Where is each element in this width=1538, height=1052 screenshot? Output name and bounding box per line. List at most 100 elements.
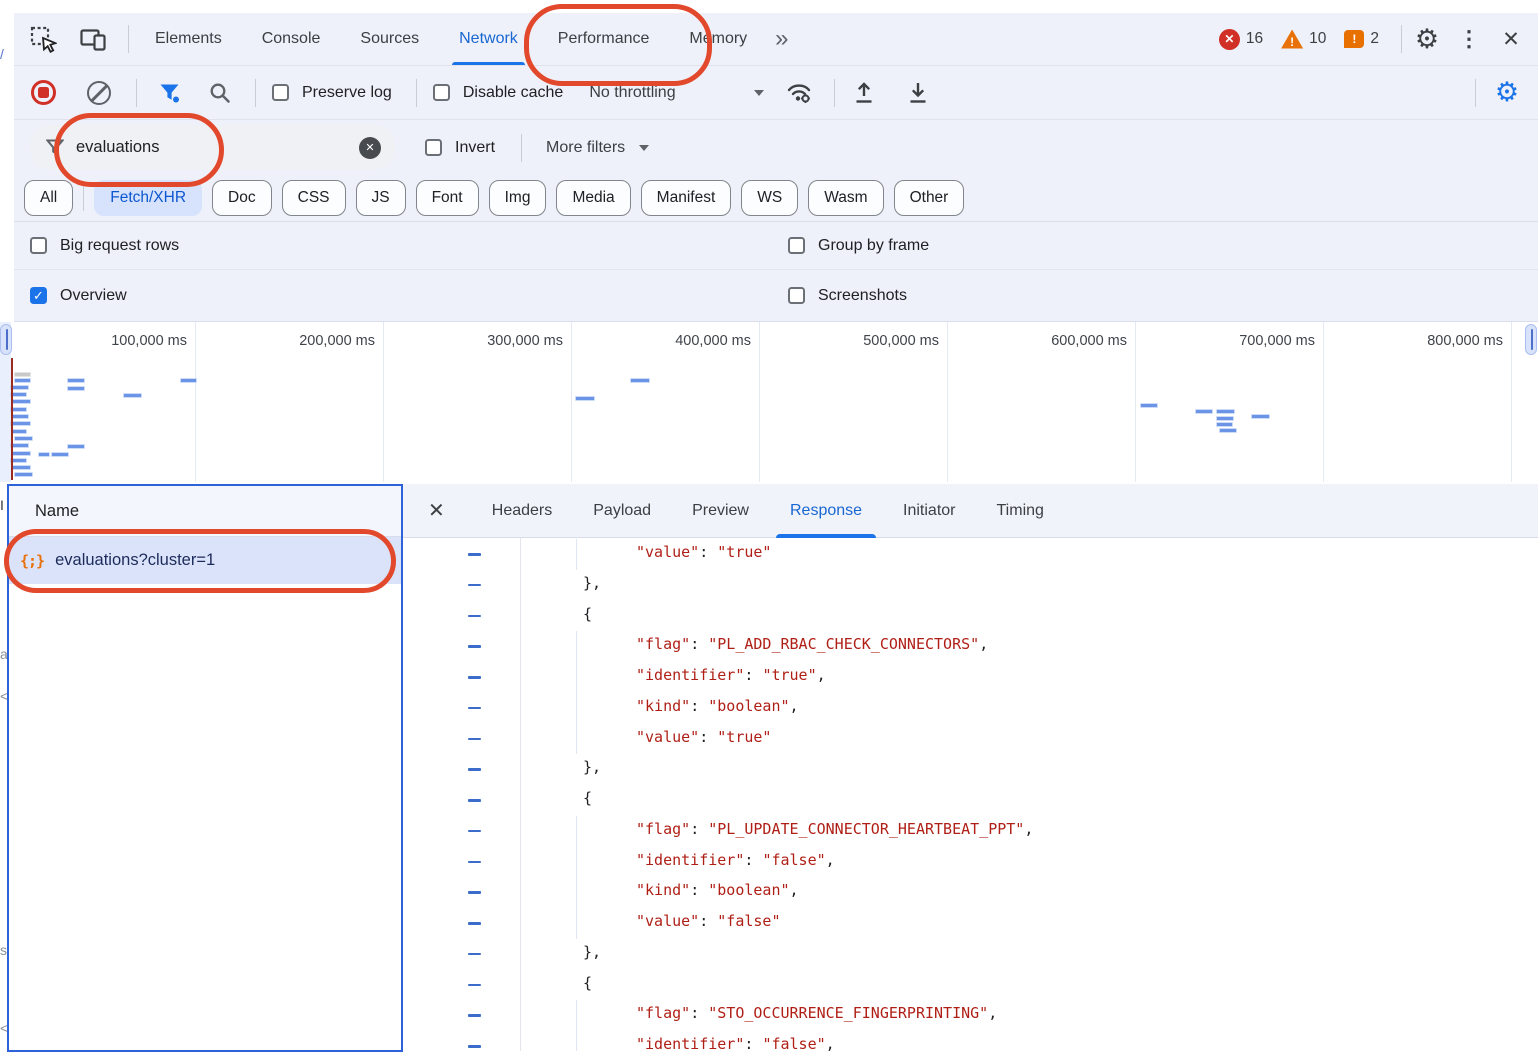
chip-img[interactable]: Img bbox=[489, 180, 547, 216]
fold-marker-icon[interactable] bbox=[468, 707, 481, 710]
fold-marker-icon[interactable] bbox=[468, 922, 481, 925]
fold-marker-icon[interactable] bbox=[468, 891, 481, 894]
timeline-right-handle[interactable] bbox=[1525, 324, 1537, 355]
issues-badge[interactable]: ! 2 bbox=[1344, 30, 1379, 48]
fold-marker-icon[interactable] bbox=[468, 1045, 481, 1048]
network-overview-timeline[interactable]: 100,000 ms200,000 ms300,000 ms400,000 ms… bbox=[0, 322, 1538, 482]
fold-marker-icon[interactable] bbox=[468, 830, 481, 833]
clear-filter-icon[interactable]: ✕ bbox=[359, 137, 381, 159]
timeline-gridline bbox=[947, 322, 948, 482]
detail-tab-payload[interactable]: Payload bbox=[593, 484, 651, 537]
more-tabs-icon[interactable]: » bbox=[775, 25, 786, 53]
chip-manifest[interactable]: Manifest bbox=[641, 180, 732, 216]
divider bbox=[255, 79, 256, 107]
request-timing-bar bbox=[12, 451, 31, 456]
invert-checkbox[interactable] bbox=[425, 139, 442, 156]
request-timing-bar bbox=[38, 452, 50, 457]
chip-other[interactable]: Other bbox=[894, 180, 965, 216]
fold-marker-icon[interactable] bbox=[468, 615, 481, 618]
request-timing-bar bbox=[12, 465, 31, 470]
more-filters-button[interactable]: More filters bbox=[546, 139, 625, 157]
divider bbox=[128, 25, 129, 53]
indent-guide bbox=[576, 539, 577, 570]
tab-sources[interactable]: Sources bbox=[340, 13, 439, 65]
menu-dots-icon[interactable]: ⋮ bbox=[1452, 22, 1486, 56]
detail-tab-initiator[interactable]: Initiator bbox=[903, 484, 955, 537]
fold-marker-icon[interactable] bbox=[468, 953, 481, 956]
chip-font[interactable]: Font bbox=[416, 180, 479, 216]
fold-marker-icon[interactable] bbox=[468, 768, 481, 771]
chip-doc[interactable]: Doc bbox=[212, 180, 272, 216]
chip-ws[interactable]: WS bbox=[741, 180, 798, 216]
request-row[interactable]: {;}evaluations?cluster=1 bbox=[9, 537, 401, 584]
detail-tab-bar: ✕ Headers Payload Preview Response Initiator… bbox=[403, 484, 1538, 538]
tab-network[interactable]: Network bbox=[439, 13, 538, 65]
inspect-element-icon[interactable] bbox=[26, 22, 60, 56]
detail-tab-response[interactable]: Response bbox=[790, 484, 862, 537]
fold-marker-icon[interactable] bbox=[468, 645, 481, 648]
more-filters-chevron-down-icon[interactable] bbox=[639, 145, 649, 151]
filter-input-pill[interactable]: ✕ bbox=[30, 125, 395, 170]
export-har-icon[interactable] bbox=[901, 76, 935, 110]
preserve-log-checkbox[interactable] bbox=[272, 84, 289, 101]
name-column-header[interactable]: Name bbox=[9, 486, 401, 537]
response-body-viewer[interactable]: "value": "true"},{"flag": "PL_ADD_RBAC_C… bbox=[403, 538, 1538, 1051]
detail-tab-headers[interactable]: Headers bbox=[492, 484, 552, 537]
search-icon[interactable] bbox=[203, 76, 237, 110]
warning-icon bbox=[1281, 30, 1303, 49]
tab-performance[interactable]: Performance bbox=[538, 13, 670, 65]
fold-marker-icon[interactable] bbox=[468, 584, 481, 587]
fold-marker-icon[interactable] bbox=[468, 799, 481, 802]
filter-input[interactable] bbox=[76, 138, 347, 157]
device-toolbar-icon[interactable] bbox=[76, 22, 110, 56]
timeline-left-handle[interactable] bbox=[0, 324, 12, 355]
clear-network-log-icon[interactable] bbox=[82, 76, 116, 110]
fold-marker-icon[interactable] bbox=[468, 861, 481, 864]
chip-wasm[interactable]: Wasm bbox=[808, 180, 883, 216]
console-warnings-badge[interactable]: 10 bbox=[1281, 30, 1326, 49]
console-errors-badge[interactable]: ✕ 16 bbox=[1219, 29, 1263, 50]
disable-cache-label: Disable cache bbox=[463, 84, 564, 102]
request-timing-bar bbox=[67, 386, 85, 391]
divider bbox=[83, 185, 84, 211]
fold-marker-icon[interactable] bbox=[468, 1014, 481, 1017]
record-network-log-icon[interactable] bbox=[26, 76, 60, 110]
tab-elements[interactable]: Elements bbox=[135, 13, 242, 65]
fold-marker-icon[interactable] bbox=[468, 984, 481, 987]
tab-console[interactable]: Console bbox=[242, 13, 341, 65]
timeline-tick-label: 500,000 ms bbox=[789, 333, 939, 349]
chip-media[interactable]: Media bbox=[556, 180, 630, 216]
close-detail-icon[interactable]: ✕ bbox=[428, 498, 445, 523]
timeline-tick-label: 200,000 ms bbox=[225, 333, 375, 349]
network-conditions-icon[interactable] bbox=[782, 76, 816, 110]
throttling-select-value[interactable]: No throttling bbox=[589, 84, 675, 102]
group-by-frame-checkbox[interactable] bbox=[788, 237, 805, 254]
fold-marker-icon[interactable] bbox=[468, 676, 481, 679]
chip-fetch-xhr[interactable]: Fetch/XHR bbox=[94, 180, 202, 216]
tab-memory[interactable]: Memory bbox=[669, 13, 767, 65]
close-devtools-icon[interactable]: ✕ bbox=[1494, 22, 1528, 56]
divider bbox=[136, 79, 137, 107]
chip-all[interactable]: All bbox=[24, 180, 73, 216]
fold-marker-icon[interactable] bbox=[468, 553, 481, 556]
throttling-chevron-down-icon[interactable] bbox=[754, 90, 764, 96]
chip-css[interactable]: CSS bbox=[282, 180, 346, 216]
fold-marker-icon[interactable] bbox=[468, 738, 481, 741]
import-har-icon[interactable] bbox=[847, 76, 881, 110]
preserve-log-label: Preserve log bbox=[302, 84, 392, 102]
options-row-1: Big request rows Group by frame bbox=[14, 222, 1538, 270]
code-line: { bbox=[403, 785, 1538, 816]
disable-cache-checkbox[interactable] bbox=[433, 84, 450, 101]
request-timing-bar bbox=[1216, 422, 1233, 427]
code-line: "value": "false" bbox=[403, 908, 1538, 939]
detail-tab-preview[interactable]: Preview bbox=[692, 484, 749, 537]
settings-gear-icon[interactable]: ⚙ bbox=[1410, 22, 1444, 56]
big-request-rows-checkbox[interactable] bbox=[30, 237, 47, 254]
overview-checkbox[interactable]: ✓ bbox=[30, 287, 47, 304]
filter-icon[interactable] bbox=[153, 76, 187, 110]
chip-js[interactable]: JS bbox=[356, 180, 406, 216]
network-settings-gear-icon[interactable]: ⚙ bbox=[1490, 76, 1524, 110]
filter-funnel-icon bbox=[46, 139, 64, 156]
screenshots-checkbox[interactable] bbox=[788, 287, 805, 304]
detail-tab-timing[interactable]: Timing bbox=[997, 484, 1044, 537]
